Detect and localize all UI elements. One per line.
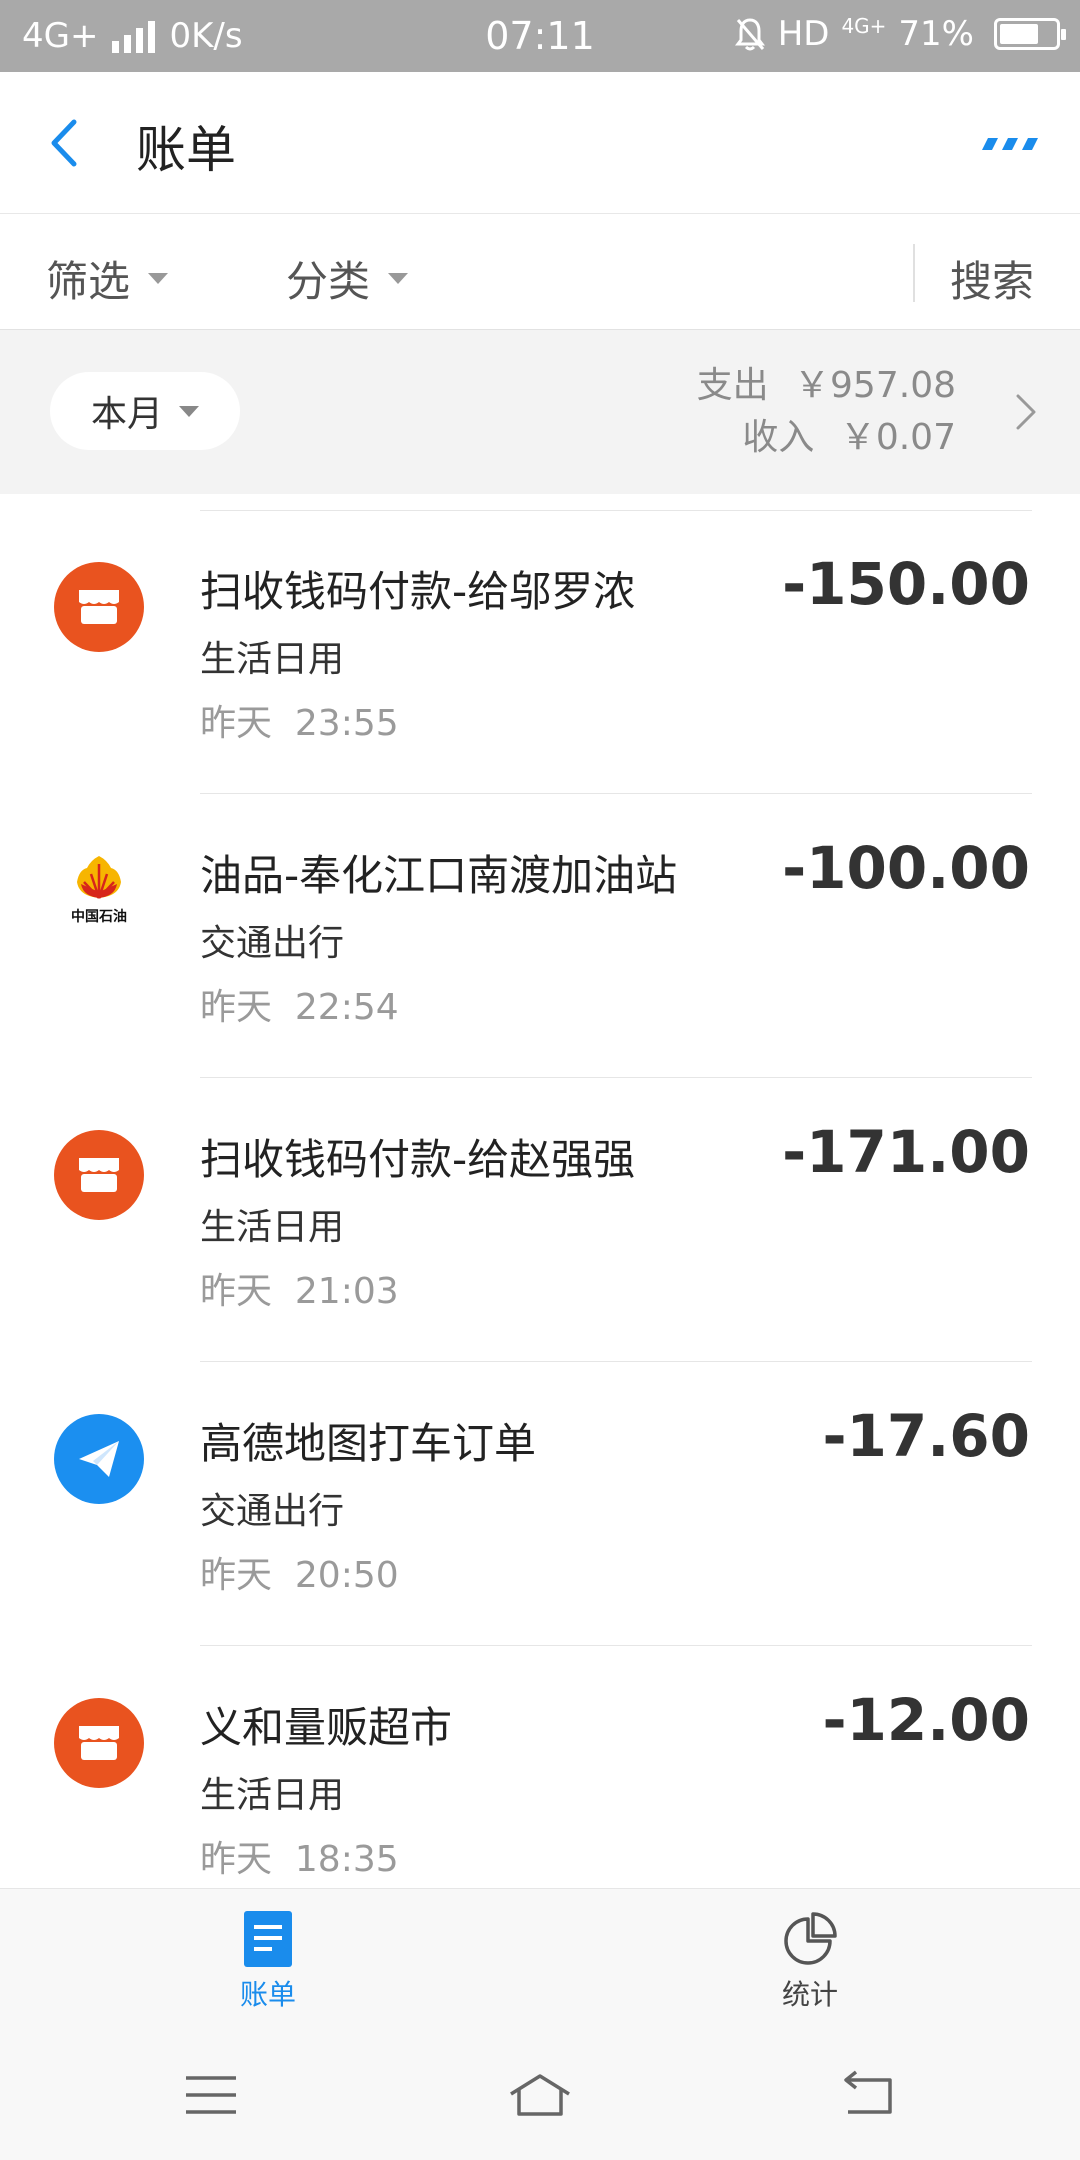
transaction-title: 扫收钱码付款-给邬罗浓: [200, 567, 636, 616]
filter-label: 筛选: [46, 257, 131, 306]
bottom-tab-bar: 账单 统计: [0, 1888, 1080, 2028]
more-button[interactable]: [978, 134, 1038, 154]
transaction-category: 生活日用: [200, 639, 345, 680]
transaction-row[interactable]: 扫收钱码付款-给赵强强 生活日用 昨天 21:03 -171.00: [0, 1078, 1080, 1362]
tab-stats[interactable]: 统计: [730, 1911, 890, 2013]
header: 账单: [0, 72, 1080, 214]
transaction-amount: -17.60: [822, 1402, 1030, 1470]
transaction-amount: -171.00: [782, 1118, 1030, 1186]
transaction-row[interactable]: 义和量贩超市 生活日用 昨天 18:35 -12.00: [0, 1646, 1080, 1888]
pie-chart-icon: [784, 1912, 837, 1965]
back-button[interactable]: [40, 110, 100, 176]
petrochina-logo: 中国石油: [54, 846, 144, 936]
status-bar: 4G+ 0K/s 07:11 HD 4G+ 71%: [0, 0, 1080, 72]
transaction-category: 交通出行: [200, 923, 345, 964]
transaction-category: 生活日用: [200, 1775, 345, 1816]
transaction-title: 高德地图打车订单: [200, 1419, 537, 1468]
transaction-time: 昨天 18:35: [200, 1839, 399, 1880]
category-label: 分类: [286, 257, 371, 306]
transaction-category: 交通出行: [200, 1491, 345, 1532]
search-button[interactable]: 搜索: [950, 248, 1034, 309]
back-nav-icon[interactable]: [834, 2068, 904, 2122]
expense-row: 支出 ￥957.08: [697, 360, 956, 412]
caret-down-icon: [148, 273, 169, 284]
transaction-amount: -100.00: [782, 834, 1030, 902]
transaction-amount: -12.00: [822, 1686, 1030, 1754]
category-dropdown[interactable]: 分类: [286, 248, 409, 309]
caret-down-icon: [388, 273, 409, 284]
status-right: HD 4G+ 71%: [734, 14, 1066, 54]
chevron-left-icon: [51, 119, 77, 167]
bill-icon: [244, 1911, 292, 1967]
transaction-title: 扫收钱码付款-给赵强强: [200, 1135, 636, 1184]
month-summary-bar: 本月 支出 ￥957.08 收入 ￥0.07: [0, 330, 1080, 494]
page-title: 账单: [136, 121, 236, 179]
paper-plane-icon: [54, 1414, 144, 1504]
filter-bar: 筛选 分类 搜索: [0, 214, 1080, 330]
battery-percent: 71%: [898, 14, 974, 54]
transaction-category: 生活日用: [200, 1207, 345, 1248]
divider: [913, 244, 915, 302]
tab-stats-label: 统计: [781, 1978, 838, 2011]
transaction-row[interactable]: 高德地图打车订单 交通出行 昨天 20:50 -17.60: [0, 1362, 1080, 1646]
income-label: 收入: [742, 417, 815, 458]
chevron-right-icon[interactable]: [1014, 392, 1038, 432]
home-icon[interactable]: [505, 2068, 575, 2122]
transaction-time: 昨天 21:03: [200, 1271, 399, 1312]
mute-bell-icon: [734, 18, 765, 51]
month-selector[interactable]: 本月: [50, 372, 240, 450]
month-label: 本月: [90, 394, 163, 435]
system-nav-bar: [0, 2028, 1080, 2160]
transaction-amount: -150.00: [782, 550, 1030, 618]
more-icon: [982, 138, 1038, 150]
tab-bills-label: 账单: [239, 1978, 296, 2011]
tab-bills[interactable]: 账单: [188, 1911, 348, 2013]
transaction-title: 油品-奉化江口南渡加油站: [200, 851, 678, 900]
expense-value: ￥957.08: [794, 365, 956, 406]
transaction-time: 昨天 20:50: [200, 1555, 399, 1596]
month-summary[interactable]: 支出 ￥957.08 收入 ￥0.07: [697, 360, 956, 464]
menu-icon[interactable]: [176, 2068, 246, 2122]
transaction-title: 义和量贩超市: [200, 1703, 453, 1752]
caret-down-icon: [179, 405, 199, 417]
shop-icon: [54, 1130, 144, 1220]
transaction-row[interactable]: 扫收钱码付款-给邬罗浓 生活日用 昨天 23:55 -150.00: [0, 510, 1080, 794]
transaction-time: 昨天 22:54: [200, 987, 399, 1028]
petrochina-logo-text: 中国石油: [71, 909, 127, 925]
expense-label: 支出: [696, 365, 769, 406]
income-row: 收入 ￥0.07: [697, 412, 956, 464]
hd-indicator: HD: [777, 14, 830, 54]
shop-icon: [54, 1698, 144, 1788]
battery-icon: [994, 18, 1066, 50]
shop-icon: [54, 562, 144, 652]
income-value: ￥0.07: [839, 417, 956, 458]
transaction-time: 昨天 23:55: [200, 703, 399, 744]
transaction-row[interactable]: 中国石油 油品-奉化江口南渡加油站 交通出行 昨天 22:54 -100.00: [0, 794, 1080, 1078]
filter-dropdown[interactable]: 筛选: [46, 248, 169, 309]
network-type-2: 4G+: [841, 14, 887, 38]
